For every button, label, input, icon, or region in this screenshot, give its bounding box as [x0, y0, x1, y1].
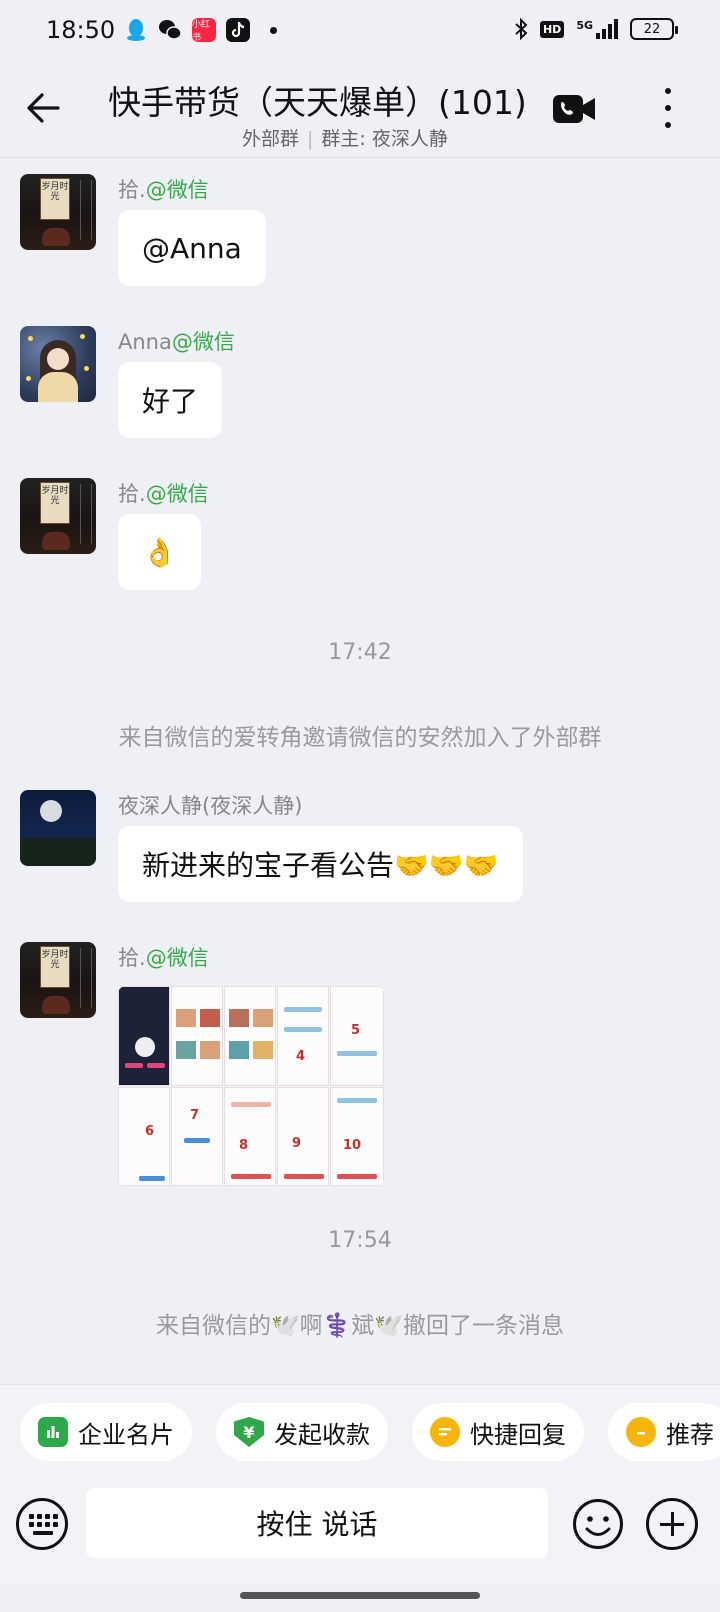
- wechat-icon: [158, 18, 182, 42]
- sender-tag: @微信: [171, 330, 235, 354]
- avatar-scroll-text: 岁月时光: [40, 946, 70, 988]
- group-owner: 群主: 夜深人静: [321, 128, 448, 150]
- sender-name: 拾.@微信: [118, 946, 209, 970]
- message-bubble[interactable]: @Anna: [118, 210, 266, 286]
- message-bubble[interactable]: 👌: [118, 514, 201, 590]
- status-time: 18:50: [46, 16, 116, 44]
- xiaohongshu-icon: 小红书: [192, 18, 216, 43]
- more-dot: [665, 88, 671, 94]
- avatar[interactable]: 岁月时光: [20, 478, 96, 554]
- system-status-icons: HD 5G 22: [514, 18, 678, 40]
- quick-reply-button[interactable]: 快捷回复: [412, 1403, 584, 1461]
- back-arrow-icon: [27, 93, 60, 123]
- keyboard-toggle-button[interactable]: [16, 1498, 68, 1550]
- image-thumb-cell: 10: [330, 1087, 384, 1186]
- call-button[interactable]: [552, 92, 596, 126]
- image-thumb-cell: [118, 986, 170, 1086]
- hold-to-talk-button[interactable]: 按住 说话: [86, 1488, 548, 1558]
- notification-icons: 小红书: [124, 18, 277, 43]
- signal-icon: 5G: [576, 19, 618, 39]
- video-call-icon: [553, 95, 595, 123]
- sender-tag: @微信: [145, 946, 209, 970]
- step-number: 4: [296, 1049, 306, 1064]
- timestamp: 17:42: [328, 640, 392, 665]
- message-bubble[interactable]: 新进来的宝子看公告🤝🤝🤝: [118, 826, 523, 902]
- image-thumb-cell: [171, 986, 223, 1086]
- chip-label: 推荐: [666, 1420, 714, 1449]
- subtitle-divider: |: [307, 128, 314, 150]
- battery-level: 22: [643, 21, 661, 37]
- step-number: 7: [190, 1108, 200, 1123]
- avatar[interactable]: 岁月时光: [20, 174, 96, 250]
- business-card-button[interactable]: 企业名片: [20, 1403, 192, 1461]
- more-dot: [665, 105, 671, 111]
- image-thumb-cell: 8: [224, 1087, 276, 1186]
- network-type: 5G: [576, 19, 593, 32]
- more-dot: [665, 122, 671, 128]
- sender-tag: @微信: [145, 482, 209, 506]
- avatar-scroll-text: 岁月时光: [40, 178, 70, 220]
- recommend-button[interactable]: 推荐: [608, 1403, 720, 1461]
- avatar[interactable]: [20, 790, 96, 866]
- chat-header: 快手带货（天天爆单）(101) 外部群 | 群主: 夜深人静: [0, 62, 720, 158]
- step-number: 10: [343, 1138, 362, 1153]
- image-thumb-cell: 6: [118, 1087, 170, 1186]
- system-notice: 来自微信的🕊️啊⚕️斌🕊️撤回了一条消息: [156, 1313, 564, 1339]
- system-notice: 来自微信的爱转角邀请微信的安然加入了外部群: [118, 725, 602, 751]
- chip-label: 发起收款: [274, 1420, 370, 1449]
- qq-icon: [124, 18, 148, 42]
- step-number: 9: [292, 1136, 302, 1151]
- bluetooth-icon: [515, 18, 528, 40]
- image-thumb-cell: 9: [277, 1087, 329, 1186]
- business-card-icon: [38, 1417, 68, 1447]
- sender-name: 夜深人静(夜深人静): [118, 794, 303, 818]
- sender-name: 拾.@微信: [118, 178, 209, 202]
- avatar[interactable]: [20, 326, 96, 402]
- chip-label: 快捷回复: [470, 1420, 566, 1449]
- hd-icon: HD: [539, 20, 565, 38]
- emoji-button[interactable]: [572, 1498, 624, 1550]
- more-options-button[interactable]: [660, 88, 676, 128]
- payment-button[interactable]: ¥ 发起收款: [216, 1403, 388, 1461]
- group-type: 外部群: [242, 128, 300, 150]
- image-thumb-cell: 4: [277, 986, 329, 1086]
- recommend-icon: [626, 1417, 656, 1447]
- image-thumb-cell: [224, 986, 276, 1086]
- image-message[interactable]: 4 5 6 7 8 9 10: [118, 986, 384, 1186]
- more-functions-button[interactable]: [646, 1498, 698, 1550]
- home-indicator: [240, 1592, 480, 1599]
- douyin-icon: [226, 18, 250, 42]
- timestamp: 17:54: [328, 1228, 392, 1253]
- input-bar: 按住 说话: [0, 1474, 720, 1584]
- image-thumb-cell: 7: [171, 1087, 223, 1186]
- group-subtitle: 外部群 | 群主: 夜深人静: [242, 124, 448, 151]
- message-bubble[interactable]: 好了: [118, 362, 223, 438]
- avatar-scroll-text: 岁月时光: [40, 482, 70, 524]
- step-number: 8: [239, 1138, 249, 1153]
- avatar[interactable]: 岁月时光: [20, 942, 96, 1018]
- sender-name: 拾.@微信: [118, 482, 209, 506]
- back-button[interactable]: [24, 88, 64, 128]
- sender-name: Anna@微信: [118, 330, 235, 354]
- status-bar: 18:50 小红书 HD 5G 22: [0, 0, 720, 62]
- quick-actions-bar: 企业名片 ¥ 发起收款 快捷回复 推荐: [0, 1384, 720, 1474]
- step-number: 5: [351, 1023, 361, 1038]
- quick-reply-icon: [430, 1417, 460, 1447]
- battery-icon: 22: [630, 18, 678, 40]
- sender-tag: @微信: [145, 178, 209, 202]
- group-title[interactable]: 快手带货（天天爆单）(101): [108, 76, 527, 124]
- step-number: 6: [145, 1124, 155, 1139]
- smiley-icon: [573, 1499, 623, 1549]
- chip-label: 企业名片: [78, 1420, 174, 1449]
- payment-icon: ¥: [234, 1417, 264, 1447]
- more-notifications-dot: [270, 26, 277, 34]
- image-thumb-cell: 5: [330, 986, 384, 1086]
